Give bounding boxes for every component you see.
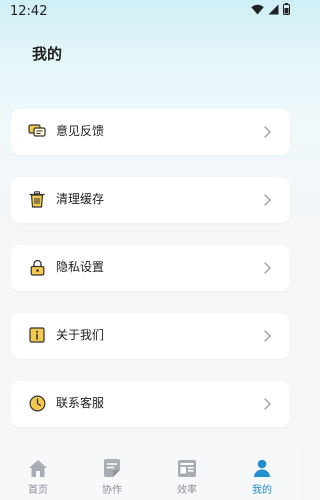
status-time: 12:42 xyxy=(10,3,48,19)
menu-item-label: 联系客服 xyxy=(56,396,105,410)
menu-item-label: 意见反馈 xyxy=(56,124,105,138)
clock-icon xyxy=(28,394,46,412)
collaborate-icon xyxy=(101,457,123,479)
trash-icon xyxy=(28,190,46,208)
home-icon xyxy=(27,457,49,479)
menu-item-label: 清理缓存 xyxy=(56,192,105,206)
battery-icon xyxy=(283,3,290,19)
menu-item-clear-cache[interactable]: 清理缓存 xyxy=(11,177,290,223)
profile-icon xyxy=(251,457,273,479)
tab-efficiency[interactable]: 效率 xyxy=(157,448,217,500)
tab-label: 协作 xyxy=(102,485,122,496)
tab-home[interactable]: 首页 xyxy=(8,448,68,500)
page-title: 我的 xyxy=(32,45,63,63)
menu-item-label: 隐私设置 xyxy=(56,260,105,274)
menu-item-customer-service[interactable]: 联系客服 xyxy=(11,381,290,427)
menu-item-about-us[interactable]: 关于我们 xyxy=(11,313,290,359)
chevron-right-icon xyxy=(262,328,272,344)
menu-item-feedback[interactable]: 意见反馈 xyxy=(11,109,290,155)
tab-collaborate[interactable]: 协作 xyxy=(82,448,142,500)
info-icon xyxy=(28,326,46,344)
chevron-right-icon xyxy=(262,192,272,208)
lock-icon xyxy=(28,258,46,276)
menu-item-privacy-settings[interactable]: 隐私设置 xyxy=(11,245,290,291)
efficiency-icon xyxy=(176,457,198,479)
tab-label: 效率 xyxy=(177,485,197,496)
chevron-right-icon xyxy=(262,396,272,412)
menu-item-label: 关于我们 xyxy=(56,328,105,342)
status-bar: 12:42 xyxy=(0,0,300,22)
chevron-right-icon xyxy=(262,260,272,276)
wifi-icon xyxy=(251,4,264,19)
tab-label: 首页 xyxy=(28,485,48,496)
feedback-chat-icon xyxy=(28,122,46,140)
chevron-right-icon xyxy=(262,124,272,140)
tab-profile[interactable]: 我的 xyxy=(232,448,292,500)
tab-label: 我的 xyxy=(252,485,272,496)
signal-icon xyxy=(268,4,279,19)
bottom-tab-bar: 首页 协作 效率 我的 xyxy=(0,448,300,500)
status-icons xyxy=(251,3,290,19)
